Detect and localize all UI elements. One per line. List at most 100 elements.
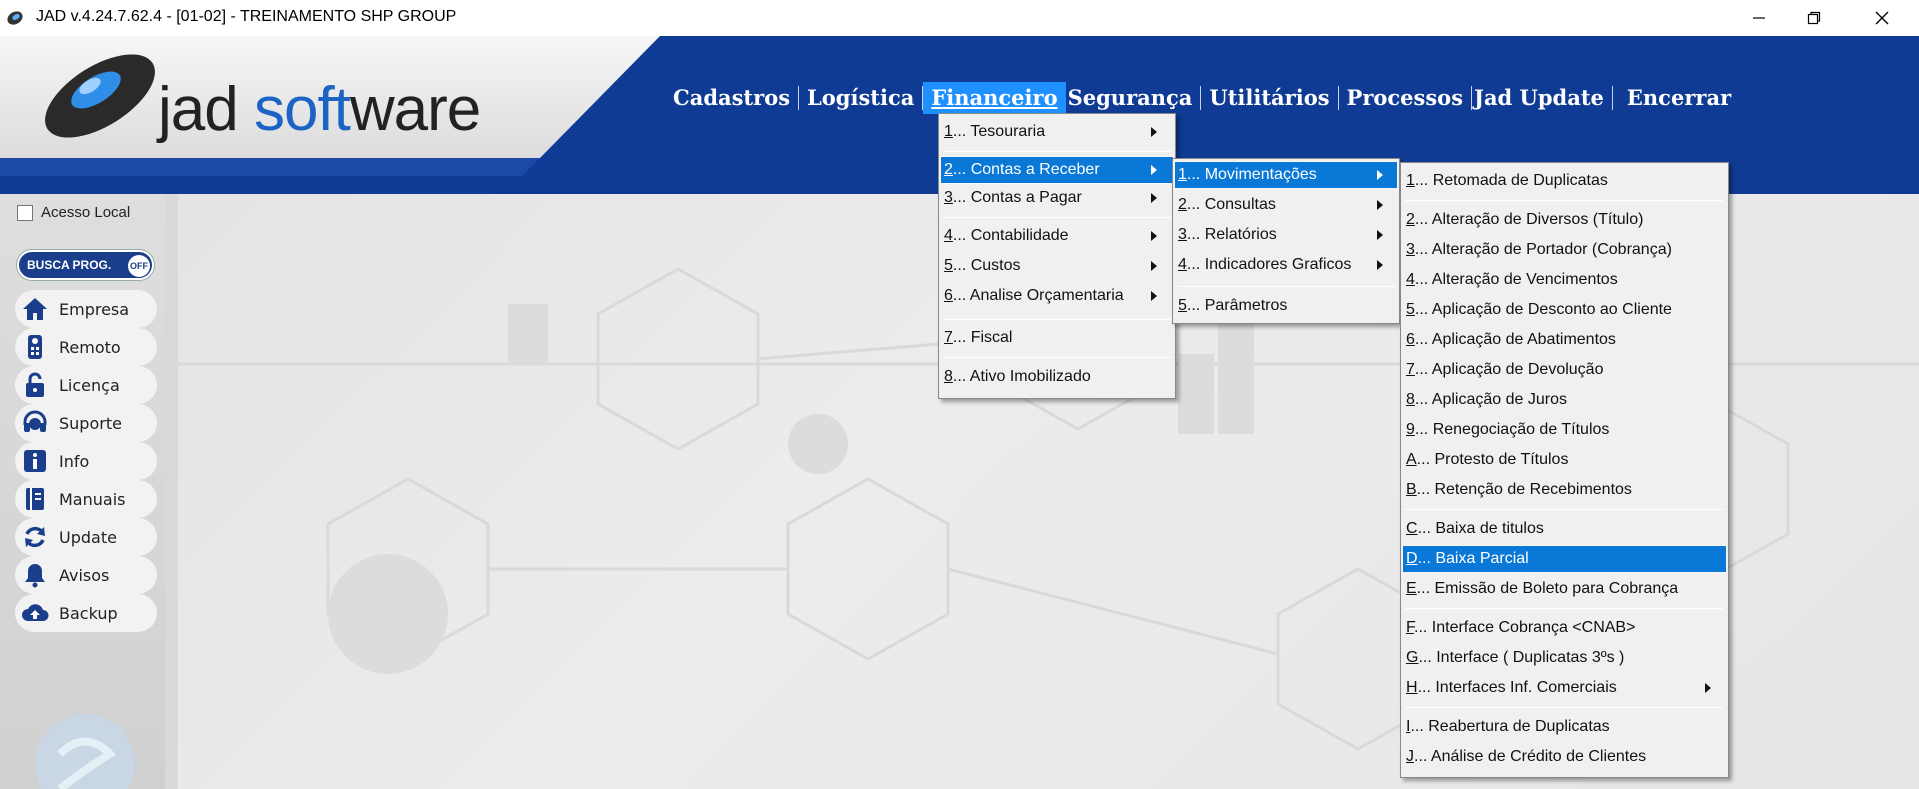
menu-item-renegociacao[interactable]: 9... Renegociação de Títulos	[1403, 417, 1726, 443]
submenu-arrow-icon	[1151, 261, 1157, 271]
menu-item-baixa-parcial[interactable]: D... Baixa Parcial	[1402, 545, 1727, 573]
remote-control-icon	[21, 333, 49, 361]
app-icon	[7, 11, 23, 25]
acesso-local-checkbox[interactable]: Acesso Local	[17, 204, 130, 221]
suporte-button[interactable]: Suporte	[15, 404, 157, 442]
backup-button[interactable]: Backup	[15, 594, 157, 632]
close-button[interactable]	[1852, 0, 1912, 36]
menu-item-devolucao[interactable]: 7... Aplicação de Devolução	[1403, 357, 1726, 383]
licenca-label: Licença	[59, 375, 120, 395]
menu-item-juros[interactable]: 8... Aplicação de Juros	[1403, 387, 1726, 413]
licenca-button[interactable]: Licença	[15, 366, 157, 404]
submenu-arrow-icon	[1151, 127, 1157, 137]
menu-financeiro[interactable]: Financeiro	[923, 82, 1066, 114]
financeiro-dropdown: 1... Tesouraria 2... Contas a Receber 3.…	[938, 113, 1176, 399]
menu-item-custos[interactable]: 5... Custos	[941, 253, 1173, 279]
sidebar: Acesso Local BUSCA PROG. OFF Empresa Rem…	[0, 194, 178, 789]
info-button[interactable]: Info	[15, 442, 157, 480]
menu-encerrar[interactable]: Encerrar	[1613, 82, 1739, 114]
menu-divider	[1177, 286, 1395, 287]
menu-divider	[943, 357, 1171, 358]
update-button[interactable]: Update	[15, 518, 157, 556]
avisos-button[interactable]: Avisos	[15, 556, 157, 594]
submenu-arrow-icon	[1377, 260, 1383, 270]
menu-item-abatimentos[interactable]: 6... Aplicação de Abatimentos	[1403, 327, 1726, 353]
submenu-arrow-icon	[1377, 170, 1383, 180]
avisos-label: Avisos	[59, 565, 110, 585]
info-label: Info	[59, 451, 90, 471]
minimize-button[interactable]	[1729, 0, 1789, 36]
update-label: Update	[59, 527, 117, 547]
submenu-arrow-icon	[1377, 200, 1383, 210]
menu-item-contas-a-pagar[interactable]: 3... Contas a Pagar	[941, 185, 1173, 211]
book-icon	[21, 485, 49, 513]
empresa-label: Empresa	[59, 299, 130, 319]
menu-utilitarios[interactable]: Utilitários	[1201, 82, 1337, 114]
remoto-label: Remoto	[59, 337, 121, 357]
restore-icon	[1807, 11, 1821, 25]
menu-item-interface-duplicatas[interactable]: G... Interface ( Duplicatas 3ºs )	[1403, 645, 1726, 671]
menu-item-ativo-imobilizado[interactable]: 8... Ativo Imobilizado	[941, 364, 1173, 390]
busca-off-badge: OFF	[128, 255, 150, 277]
menu-item-consultas[interactable]: 2... Consultas	[1175, 192, 1397, 218]
menu-item-retomada-duplicatas[interactable]: 1... Retomada de Duplicatas	[1403, 168, 1726, 194]
bell-icon	[21, 561, 49, 589]
menu-item-contas-a-receber[interactable]: 2... Contas a Receber	[940, 156, 1174, 184]
menu-item-alteracao-diversos[interactable]: 2... Alteração de Diversos (Título)	[1403, 207, 1726, 233]
menu-item-parametros[interactable]: 5... Parâmetros	[1175, 293, 1397, 319]
menu-item-relatorios[interactable]: 3... Relatórios	[1175, 222, 1397, 248]
checkbox-box[interactable]	[17, 204, 33, 221]
headset-icon	[21, 409, 49, 437]
menu-item-alteracao-portador[interactable]: 3... Alteração de Portador (Cobrança)	[1403, 237, 1726, 263]
sidebar-watermark-logo	[35, 714, 135, 789]
menu-item-alteracao-vencimentos[interactable]: 4... Alteração de Vencimentos	[1403, 267, 1726, 293]
menu-divider	[1405, 509, 1723, 510]
menu-logistica[interactable]: Logística	[799, 82, 922, 114]
menu-processos[interactable]: Processos	[1339, 82, 1471, 114]
menu-item-retencao[interactable]: B... Retenção de Recebimentos	[1403, 477, 1726, 503]
remoto-button[interactable]: Remoto	[15, 328, 157, 366]
menu-seguranca[interactable]: Segurança	[1066, 82, 1201, 114]
menu-divider	[943, 319, 1171, 320]
menu-item-baixa-titulos[interactable]: C... Baixa de titulos	[1403, 516, 1726, 542]
menu-divider	[943, 151, 1171, 152]
menu-item-emissao-boleto[interactable]: E... Emissão de Boleto para Cobrança	[1403, 576, 1726, 602]
menu-item-analise-orcamentaria[interactable]: 6... Analise Orçamentaria	[941, 283, 1173, 309]
menu-item-contabilidade[interactable]: 4... Contabilidade	[941, 223, 1173, 249]
menu-jad-update[interactable]: Jad Update	[1472, 82, 1612, 114]
submenu-arrow-icon	[1151, 291, 1157, 301]
menu-divider	[1405, 707, 1723, 708]
menu-item-indicadores-graficos[interactable]: 4... Indicadores Graficos	[1175, 252, 1397, 278]
lock-icon	[21, 371, 49, 399]
title-bar: JAD v.4.24.7.62.4 - [01-02] - TREINAMENT…	[0, 0, 1919, 36]
busca-prog-toggle[interactable]: BUSCA PROG. OFF	[17, 250, 154, 280]
menu-item-interfaces-comerciais[interactable]: H... Interfaces Inf. Comerciais	[1403, 675, 1726, 701]
restore-button[interactable]	[1784, 0, 1844, 36]
refresh-icon	[21, 523, 49, 551]
manuais-button[interactable]: Manuais	[15, 480, 157, 518]
menu-item-interface-cnab[interactable]: F... Interface Cobrança <CNAB>	[1403, 615, 1726, 641]
menu-item-protesto[interactable]: A... Protesto de Títulos	[1403, 447, 1726, 473]
submenu-arrow-icon	[1151, 193, 1157, 203]
submenu-arrow-icon	[1151, 165, 1157, 175]
submenu-arrow-icon	[1705, 683, 1711, 693]
menu-item-tesouraria[interactable]: 1... Tesouraria	[941, 119, 1173, 145]
menu-item-analise-credito[interactable]: J... Análise de Crédito de Clientes	[1403, 744, 1726, 770]
menu-item-reabertura-duplicatas[interactable]: I... Reabertura de Duplicatas	[1403, 714, 1726, 740]
menu-item-movimentacoes[interactable]: 1... Movimentações	[1174, 161, 1398, 189]
menu-item-fiscal[interactable]: 7... Fiscal	[941, 325, 1173, 351]
info-icon	[21, 447, 49, 475]
menu-cadastros[interactable]: Cadastros	[665, 82, 798, 114]
menu-divider	[1405, 200, 1723, 201]
submenu-arrow-icon	[1377, 230, 1383, 240]
sidebar-panel: Acesso Local BUSCA PROG. OFF Empresa Rem…	[0, 194, 165, 789]
menu-item-desconto-cliente[interactable]: 5... Aplicação de Desconto ao Cliente	[1403, 297, 1726, 323]
cloud-upload-icon	[21, 599, 49, 627]
submenu-arrow-icon	[1151, 231, 1157, 241]
empresa-button[interactable]: Empresa	[15, 290, 157, 328]
close-icon	[1875, 11, 1889, 25]
main-menubar: Cadastros Logística Financeiro Segurança…	[665, 80, 1739, 116]
busca-prog-label: BUSCA PROG.	[27, 258, 112, 272]
movimentacoes-submenu: 1... Retomada de Duplicatas 2... Alteraç…	[1400, 162, 1729, 778]
contas-receber-submenu: 1... Movimentações 2... Consultas 3... R…	[1172, 158, 1400, 324]
